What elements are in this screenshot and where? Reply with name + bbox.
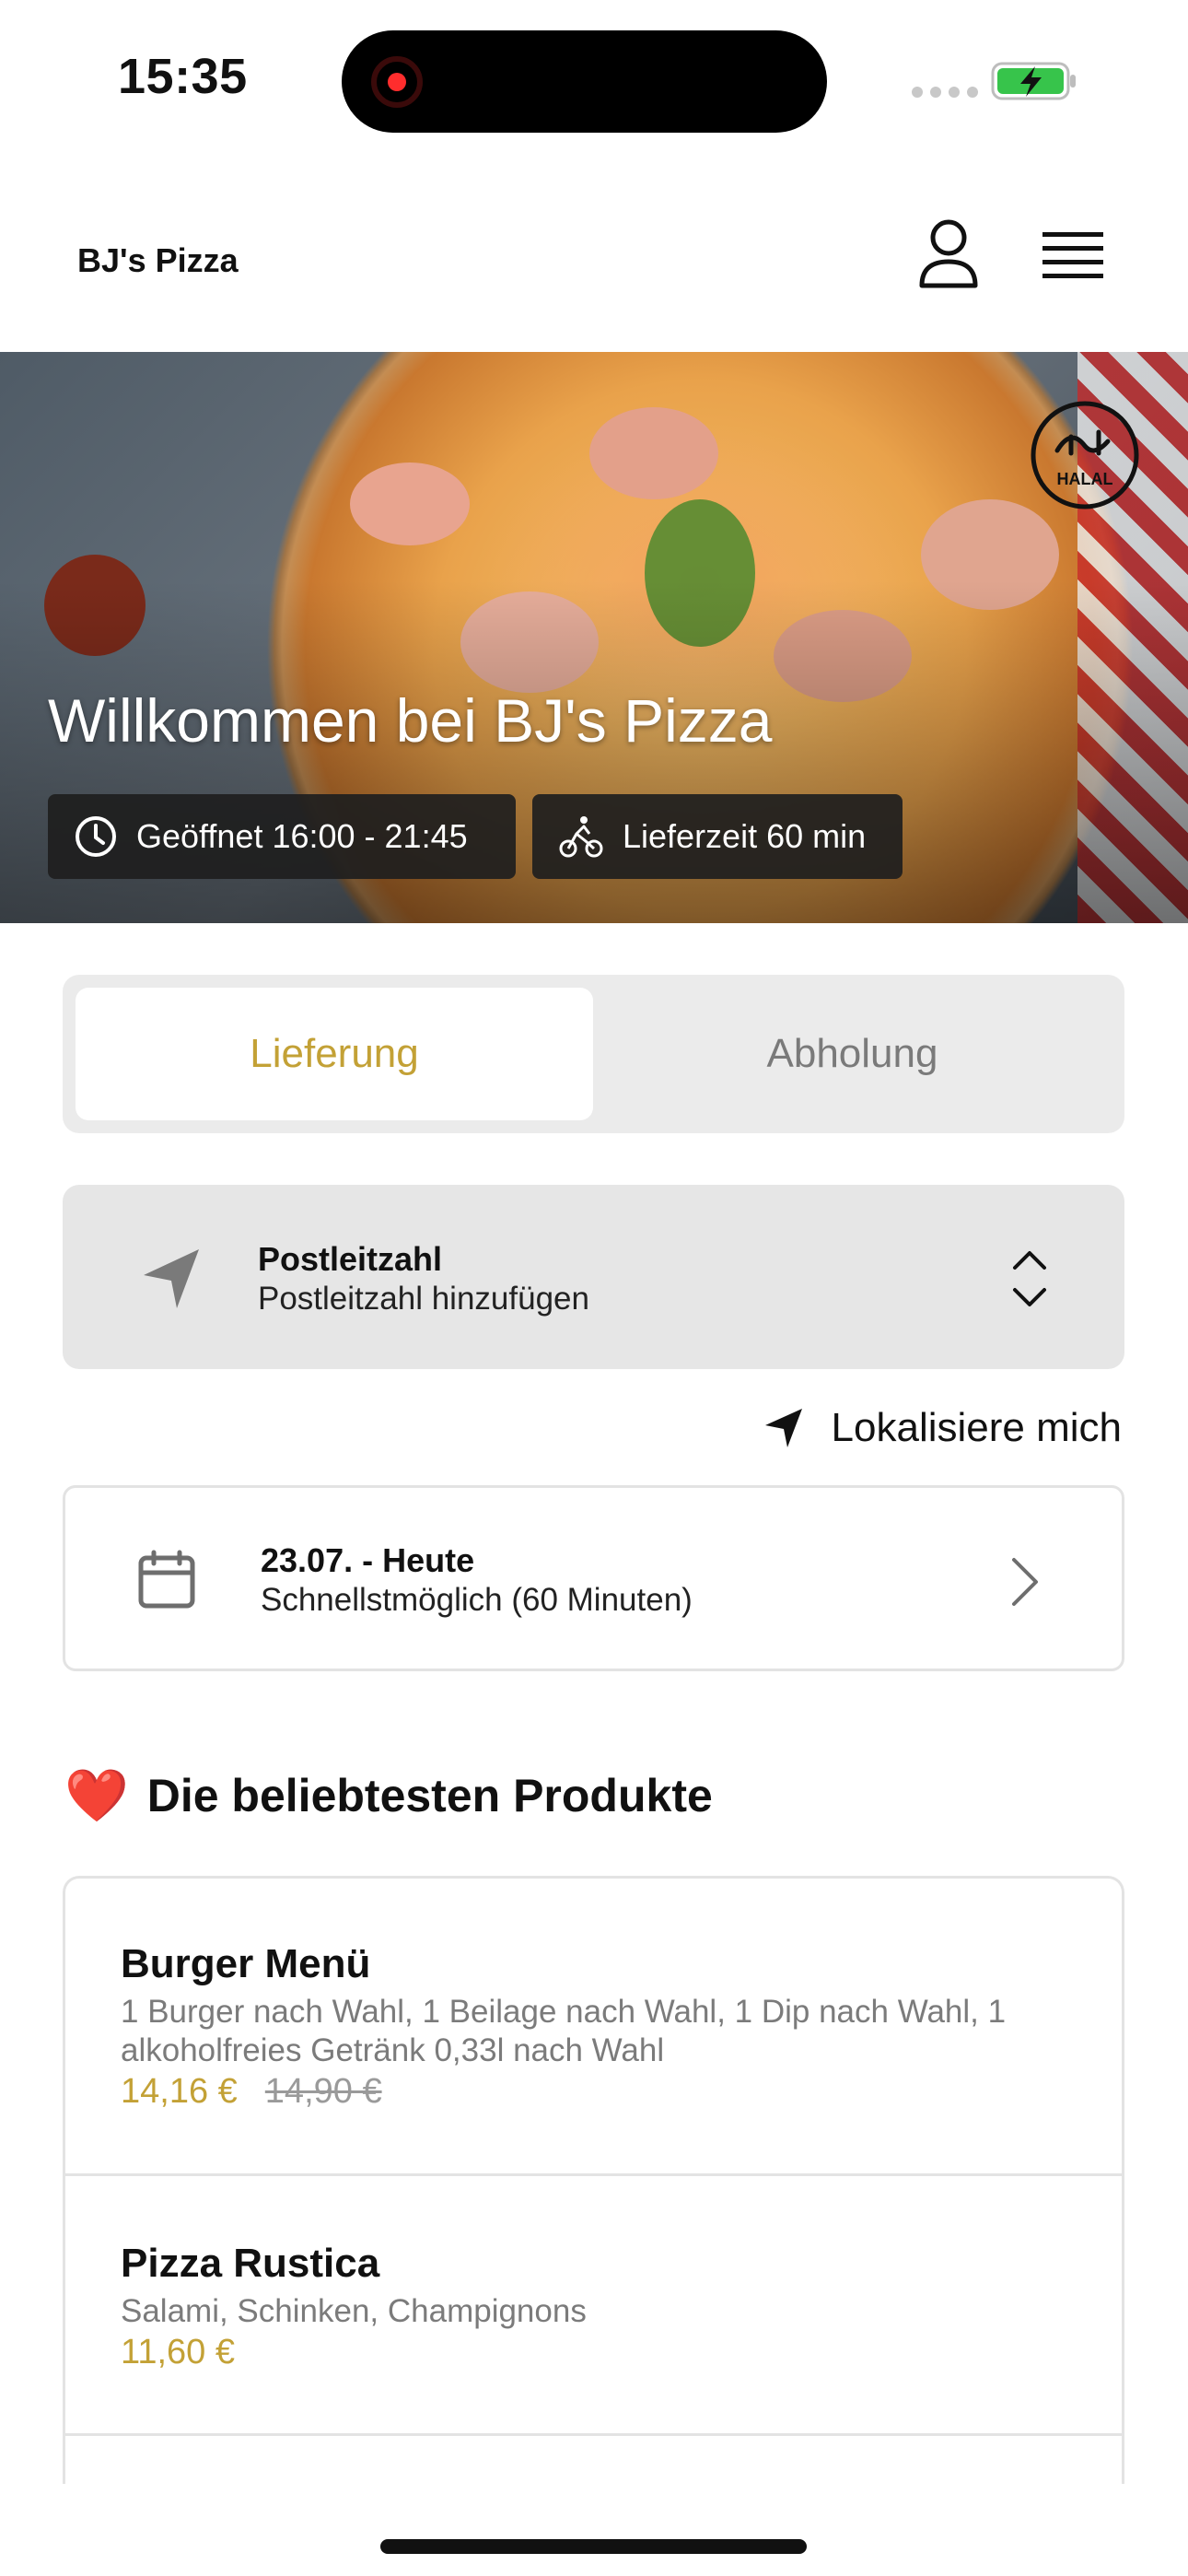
tab-delivery[interactable]: Lieferung [76,988,593,1120]
order-mode-toggle: Lieferung Abholung [63,975,1124,1133]
date-label: 23.07. - Heute [261,1541,475,1579]
locate-me-button[interactable]: Lokalisiere mich [763,1400,1122,1456]
halal-badge-text: HALAL [1057,470,1113,488]
bike-courier-icon [559,816,603,858]
postal-code-selector[interactable]: Postleitzahl Postleitzahl hinzufügen [63,1185,1124,1369]
halal-badge-icon: HALAL [1030,400,1140,510]
postal-code-label: Postleitzahl [258,1240,443,1278]
product-description: Salami, Schinken, Champignons [121,2293,587,2329]
product-list: Burger Menü 1 Burger nach Wahl, 1 Beilag… [63,1876,1124,2484]
section-title-text: Die beliebtesten Produkte [146,1770,713,1821]
tab-pickup[interactable]: Abholung [593,988,1112,1120]
calendar-icon [138,1550,195,1609]
delivery-time-chip: Lieferzeit 60 min [532,794,903,879]
battery-icon [991,62,1076,100]
status-bar: 15:35 [0,0,1188,157]
heart-icon: ❤️ [64,1766,129,1824]
product-old-price: 14,90 € [264,2072,382,2111]
status-time: 15:35 [118,49,248,104]
opening-hours-chip: Geöffnet 16:00 - 21:45 [48,794,516,879]
product-price: 11,60 € [121,2333,235,2371]
opening-hours-label: Geöffnet 16:00 - 21:45 [136,817,468,855]
locate-me-label: Lokalisiere mich [831,1405,1122,1450]
delivery-time-label: Lieferzeit 60 min [623,817,867,855]
product-name: Burger Menü [121,1941,371,1986]
product-card[interactable]: Burger Menü 1 Burger nach Wahl, 1 Beilag… [65,1879,1122,2176]
clock-icon [76,816,116,857]
delivery-time-selector[interactable]: 23.07. - Heute Schnellstmöglich (60 Minu… [63,1485,1124,1671]
time-label: Schnellstmöglich (60 Minuten) [261,1582,693,1618]
chevron-right-icon [1012,1558,1038,1606]
hamburger-menu-icon[interactable] [1041,228,1105,284]
navigation-arrow-icon [764,1409,802,1447]
product-description: 1 Burger nach Wahl, 1 Beilage nach Wahl,… [121,1994,1007,2068]
chevron-up-down-icon [1013,1251,1046,1306]
price-row: 11,60 € [121,2333,1066,2372]
section-title-popular: ❤️ Die beliebtesten Produkte [64,1765,713,1826]
hero-title: Willkommen bei BJ's Pizza [48,686,773,755]
brand-title[interactable]: BJ's Pizza [77,241,239,280]
product-price: 14,16 € [121,2072,238,2111]
product-card[interactable]: Pizza Rustica Salami, Schinken, Champign… [65,2176,1122,2436]
recording-indicator-icon [371,56,423,108]
dynamic-island [342,30,827,133]
price-row: 14,16 € 14,90 € [121,2072,1066,2112]
product-name: Pizza Rustica [121,2241,380,2286]
signal-icon [912,87,978,98]
hero-banner: HALAL Willkommen bei BJ's Pizza Geöffnet… [0,352,1188,923]
location-arrow-icon [144,1249,199,1308]
home-indicator[interactable] [380,2539,807,2554]
app-header: BJ's Pizza [0,175,1188,352]
user-icon[interactable] [916,217,981,291]
postal-code-placeholder: Postleitzahl hinzufügen [258,1281,589,1317]
